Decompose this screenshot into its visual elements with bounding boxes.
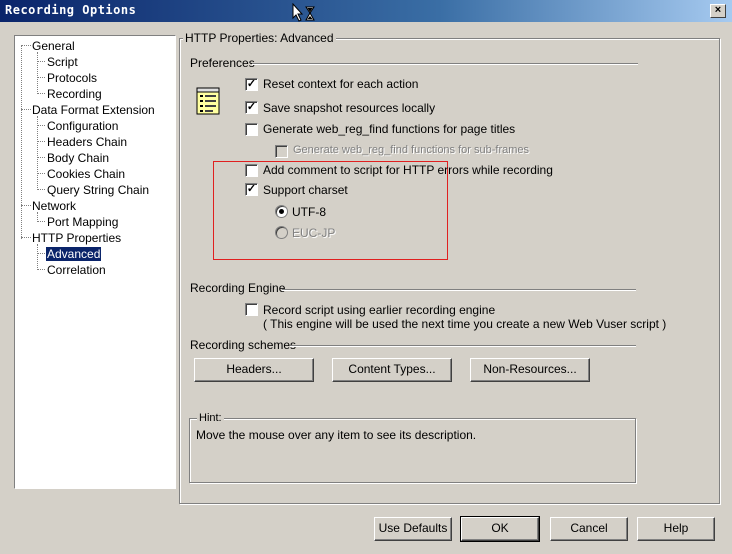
- tree-item-script[interactable]: Script: [47, 55, 78, 69]
- hint-heading: Hint:: [197, 412, 224, 424]
- window-title: Recording Options: [5, 3, 137, 17]
- reset-context-label: Reset context for each action: [263, 77, 419, 91]
- save-snapshot-checkbox[interactable]: ✓: [245, 101, 258, 114]
- tree-item-label: Port Mapping: [47, 215, 119, 229]
- tree-item-query-string-chain[interactable]: Query String Chain: [47, 183, 149, 197]
- tree-item-label: Recording: [47, 87, 102, 101]
- tree-item-cookies-chain[interactable]: Cookies Chain: [47, 167, 125, 181]
- tree-item-network[interactable]: Network: [32, 199, 76, 213]
- add-comment-checkbox[interactable]: [245, 164, 258, 177]
- help-button[interactable]: Help: [637, 517, 715, 541]
- hint-text: Move the mouse over any item to see its …: [196, 428, 477, 442]
- support-charset-checkbox[interactable]: ✓: [245, 183, 258, 196]
- tree-item-data-format-extension[interactable]: Data Format Extension: [32, 103, 155, 117]
- tree-item-label: Cookies Chain: [47, 167, 126, 181]
- utf8-radio[interactable]: [275, 205, 288, 218]
- generate-sub-frames-checkbox[interactable]: [275, 145, 288, 158]
- preferences-heading: Preferences: [190, 56, 255, 70]
- tree-item-label: Data Format Extension: [32, 103, 155, 117]
- tree-item-label: HTTP Properties: [32, 231, 122, 245]
- generate-page-titles-checkbox[interactable]: [245, 123, 258, 136]
- recording-schemes-heading: Recording schemes: [190, 338, 297, 352]
- utf8-label: UTF-8: [292, 205, 326, 219]
- content-types-button[interactable]: Content Types...: [332, 358, 452, 382]
- tree-item-configuration[interactable]: Configuration: [47, 119, 118, 133]
- save-snapshot-label: Save snapshot resources locally: [263, 101, 436, 115]
- tree-item-general[interactable]: General: [32, 39, 75, 53]
- tree-item-advanced[interactable]: Advanced: [44, 246, 103, 262]
- use-defaults-button[interactable]: Use Defaults: [374, 517, 452, 541]
- tree-item-label: Advanced: [44, 246, 103, 262]
- busy-cursor-icon: [292, 3, 315, 22]
- add-comment-label: Add comment to script for HTTP errors wh…: [263, 163, 553, 177]
- tree-item-recording[interactable]: Recording: [47, 87, 102, 101]
- tree-item-label: Protocols: [47, 71, 98, 85]
- earlier-engine-note: ( This engine will be used the next time…: [263, 317, 667, 331]
- tree-item-protocols[interactable]: Protocols: [47, 71, 97, 85]
- tree-item-label: Correlation: [47, 263, 106, 277]
- tree-item-label: Body Chain: [47, 151, 110, 165]
- recording-schemes-separator: [290, 345, 636, 347]
- preferences-separator: [252, 63, 638, 65]
- earlier-engine-label: Record script using earlier recording en…: [263, 303, 496, 317]
- tree-item-body-chain[interactable]: Body Chain: [47, 151, 109, 165]
- tree-item-label: Configuration: [47, 119, 119, 133]
- earlier-engine-checkbox[interactable]: [245, 303, 258, 316]
- tree-item-port-mapping[interactable]: Port Mapping: [47, 215, 118, 229]
- tree-item-label: Query String Chain: [47, 183, 150, 197]
- tree-item-label: Network: [32, 199, 77, 213]
- headers-button[interactable]: Headers...: [194, 358, 314, 382]
- close-button[interactable]: ×: [710, 4, 726, 18]
- euc-jp-label: EUC-JP: [292, 226, 336, 240]
- tree-item-correlation[interactable]: Correlation: [47, 263, 106, 277]
- tree-item-label: General: [32, 39, 75, 53]
- ok-button[interactable]: OK: [460, 516, 540, 542]
- generate-sub-frames-label: Generate web_reg_find functions for sub-…: [293, 144, 530, 156]
- reset-context-checkbox[interactable]: ✓: [245, 78, 258, 91]
- panel-title: HTTP Properties: Advanced: [183, 31, 336, 45]
- tree-item-headers-chain[interactable]: Headers Chain: [47, 135, 127, 149]
- tree-item-label: Headers Chain: [47, 135, 128, 149]
- generate-page-titles-label: Generate web_reg_find functions for page…: [263, 122, 516, 136]
- recording-engine-heading: Recording Engine: [190, 281, 286, 295]
- notepad-icon: [196, 87, 220, 115]
- euc-jp-radio[interactable]: [275, 226, 288, 239]
- category-tree[interactable]: General Script Protocols Recording Data …: [14, 35, 176, 489]
- tree-item-label: Script: [47, 55, 78, 69]
- cancel-button[interactable]: Cancel: [550, 517, 628, 541]
- tree-item-http-properties[interactable]: HTTP Properties: [32, 231, 121, 245]
- support-charset-label: Support charset: [263, 183, 348, 197]
- non-resources-button[interactable]: Non-Resources...: [470, 358, 590, 382]
- recording-engine-separator: [282, 289, 636, 291]
